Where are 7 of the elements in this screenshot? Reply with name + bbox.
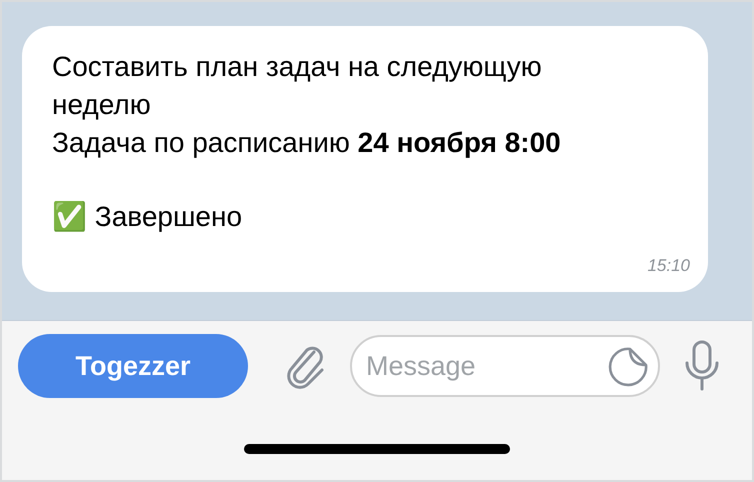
togezzer-button[interactable]: Togezzer <box>18 334 248 398</box>
message-text: ✅ Завершено <box>52 200 244 234</box>
message-text: Задача по расписанию 24 ноября 8:00 <box>52 126 562 160</box>
sticker-icon[interactable] <box>608 345 650 387</box>
message-field[interactable]: Message <box>350 335 660 397</box>
message-time: 15:10 <box>647 256 690 276</box>
message-text: Составить план задач на следующую неделю <box>52 50 543 122</box>
